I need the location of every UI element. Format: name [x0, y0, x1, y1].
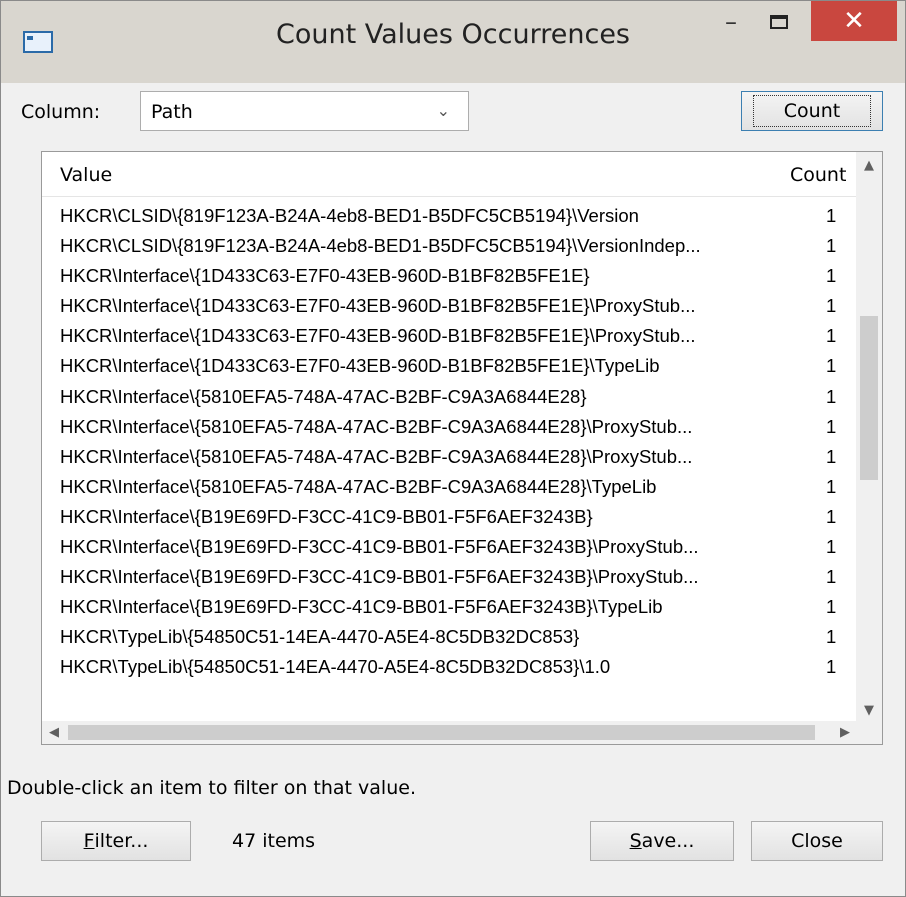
chevron-down-icon[interactable]: ⌄: [437, 101, 450, 120]
list-item-count: 1: [826, 265, 837, 287]
list-item[interactable]: HKCR\Interface\{1D433C63-E7F0-43EB-960D-…: [42, 292, 857, 322]
list-item-value: HKCR\Interface\{5810EFA5-748A-47AC-B2BF-…: [60, 445, 693, 467]
count-button[interactable]: Count: [741, 91, 883, 131]
list-item-value: HKCR\Interface\{1D433C63-E7F0-43EB-960D-…: [60, 295, 696, 317]
list-header: Value Count: [42, 152, 857, 197]
scroll-right-icon[interactable]: ▶: [833, 721, 857, 744]
title-bar[interactable]: Count Values Occurrences – ✕: [1, 1, 905, 83]
list-item-count: 1: [826, 626, 837, 648]
list-item[interactable]: HKCR\Interface\{1D433C63-E7F0-43EB-960D-…: [42, 262, 857, 292]
column-header-value[interactable]: Value: [60, 164, 112, 186]
list-item-count: 1: [826, 205, 837, 226]
list-item-count: 1: [826, 505, 837, 527]
list-item[interactable]: HKCR\Interface\{5810EFA5-748A-47AC-B2BF-…: [42, 443, 857, 473]
scroll-down-icon[interactable]: ▼: [856, 697, 882, 723]
horizontal-scrollbar[interactable]: ◀ ▶: [42, 721, 857, 744]
column-select[interactable]: Path ⌄: [140, 91, 469, 131]
items-count: 47 items: [232, 830, 316, 852]
list-item-value: HKCR\Interface\{5810EFA5-748A-47AC-B2BF-…: [60, 385, 587, 407]
list-item-count: 1: [826, 596, 837, 618]
close-window-button[interactable]: ✕: [811, 1, 897, 41]
list-item-count: 1: [826, 385, 837, 407]
list-item-count: 1: [826, 295, 837, 317]
list-item-count: 1: [826, 475, 837, 497]
list-item-value: HKCR\Interface\{1D433C63-E7F0-43EB-960D-…: [60, 325, 696, 347]
count-values-dialog: Count Values Occurrences – ✕ Column: Pat…: [0, 0, 906, 897]
list-item-value: HKCR\CLSID\{819F123A-B24A-4eb8-BED1-B5DF…: [60, 205, 639, 226]
list-item[interactable]: HKCR\Interface\{1D433C63-E7F0-43EB-960D-…: [42, 322, 857, 352]
list-item-value: HKCR\Interface\{B19E69FD-F3CC-41C9-BB01-…: [60, 596, 663, 618]
filter-button[interactable]: Filter...: [41, 821, 191, 861]
horizontal-scroll-thumb[interactable]: [68, 725, 815, 740]
list-item[interactable]: HKCR\Interface\{5810EFA5-748A-47AC-B2BF-…: [42, 473, 857, 503]
list-item[interactable]: HKCR\Interface\{5810EFA5-748A-47AC-B2BF-…: [42, 383, 857, 413]
list-item-value: HKCR\TypeLib\{54850C51-14EA-4470-A5E4-8C…: [60, 626, 580, 648]
scrollbar-corner: [856, 721, 882, 744]
values-list[interactable]: Value Count HKCR\CLSID\{819F123A-B24A-4e…: [41, 151, 883, 745]
list-item-value: HKCR\Interface\{B19E69FD-F3CC-41C9-BB01-…: [60, 536, 699, 558]
list-item-value: HKCR\Interface\{5810EFA5-748A-47AC-B2BF-…: [60, 475, 657, 497]
count-button-label: Count: [752, 95, 872, 127]
list-item-count: 1: [826, 325, 837, 347]
minimize-button[interactable]: –: [708, 1, 754, 43]
list-item-count: 1: [826, 445, 837, 467]
vertical-scroll-thumb[interactable]: [860, 316, 878, 480]
dialog-body: Column: Path ⌄ Count Value Count HKCR\CL…: [7, 83, 899, 889]
list-item[interactable]: HKCR\Interface\{B19E69FD-F3CC-41C9-BB01-…: [42, 503, 857, 533]
filter-accelerator: F: [83, 830, 95, 852]
list-rows: HKCR\CLSID\{819F123A-B24A-4eb8-BED1-B5DF…: [42, 202, 857, 684]
list-item[interactable]: HKCR\Interface\{1D433C63-E7F0-43EB-960D-…: [42, 352, 857, 382]
list-item[interactable]: HKCR\TypeLib\{54850C51-14EA-4470-A5E4-8C…: [42, 623, 857, 653]
filter-label: ilter...: [94, 830, 149, 852]
maximize-icon: [770, 15, 788, 29]
vertical-scrollbar[interactable]: ▲ ▼: [856, 152, 882, 723]
list-item[interactable]: HKCR\Interface\{5810EFA5-748A-47AC-B2BF-…: [42, 413, 857, 443]
maximize-button[interactable]: [756, 1, 802, 43]
column-header-count[interactable]: Count: [790, 164, 852, 186]
list-item-count: 1: [826, 536, 837, 558]
list-item-value: HKCR\Interface\{B19E69FD-F3CC-41C9-BB01-…: [60, 505, 593, 527]
list-item-value: HKCR\Interface\{B19E69FD-F3CC-41C9-BB01-…: [60, 566, 699, 588]
list-item[interactable]: HKCR\CLSID\{819F123A-B24A-4eb8-BED1-B5DF…: [42, 232, 857, 262]
list-item-value: HKCR\Interface\{5810EFA5-748A-47AC-B2BF-…: [60, 415, 693, 437]
list-item-count: 1: [826, 415, 837, 437]
list-item-value: HKCR\Interface\{1D433C63-E7F0-43EB-960D-…: [60, 265, 590, 287]
save-accelerator: S: [629, 830, 642, 852]
list-item-count: 1: [826, 656, 837, 678]
scroll-left-icon[interactable]: ◀: [42, 721, 66, 744]
list-item[interactable]: HKCR\Interface\{B19E69FD-F3CC-41C9-BB01-…: [42, 533, 857, 563]
column-label: Column:: [21, 101, 101, 123]
list-item[interactable]: HKCR\Interface\{B19E69FD-F3CC-41C9-BB01-…: [42, 563, 857, 593]
list-item[interactable]: HKCR\TypeLib\{54850C51-14EA-4470-A5E4-8C…: [42, 653, 857, 683]
list-item-count: 1: [826, 355, 837, 377]
save-button[interactable]: Save...: [590, 821, 734, 861]
list-item-value: HKCR\TypeLib\{54850C51-14EA-4470-A5E4-8C…: [60, 656, 611, 678]
list-item[interactable]: HKCR\CLSID\{819F123A-B24A-4eb8-BED1-B5DF…: [42, 202, 857, 232]
save-label: ave...: [641, 830, 695, 852]
list-item-value: HKCR\CLSID\{819F123A-B24A-4eb8-BED1-B5DF…: [60, 235, 701, 257]
close-button[interactable]: Close: [751, 821, 883, 861]
list-item-count: 1: [826, 235, 837, 257]
list-item-count: 1: [826, 566, 837, 588]
list-item-value: HKCR\Interface\{1D433C63-E7F0-43EB-960D-…: [60, 355, 660, 377]
list-item[interactable]: HKCR\Interface\{B19E69FD-F3CC-41C9-BB01-…: [42, 593, 857, 623]
scroll-up-icon[interactable]: ▲: [856, 152, 882, 178]
column-select-value: Path: [151, 101, 193, 123]
hint-text: Double-click an item to filter on that v…: [7, 777, 416, 799]
